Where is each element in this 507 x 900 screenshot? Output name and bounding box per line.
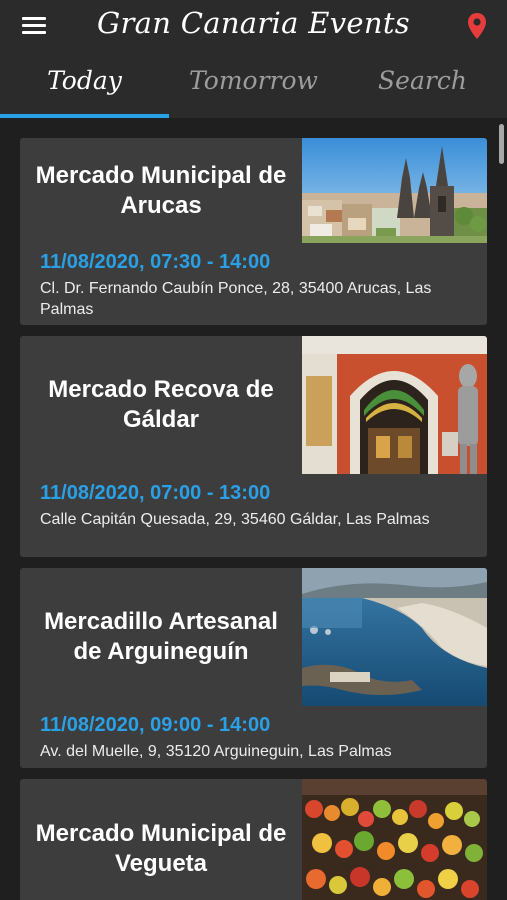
event-datetime: 11/08/2020, 09:00 - 14:00: [40, 714, 271, 736]
scrollbar[interactable]: [499, 124, 504, 164]
event-datetime: 11/08/2020, 07:30 - 14:00: [40, 251, 271, 273]
event-card[interactable]: Mercadillo Artesanal de Arguineguín 11/0…: [20, 568, 487, 768]
event-image: [302, 138, 487, 243]
event-title: Mercadillo Artesanal de Arguineguín: [44, 608, 278, 665]
event-datetime: 11/08/2020, 07:00 - 13:00: [40, 482, 271, 504]
event-address: Av. del Muelle, 9, 35120 Arguineguin, La…: [40, 743, 392, 760]
event-list[interactable]: Mercado Municipal de Arucas 11/08/2020, …: [0, 118, 507, 900]
event-card[interactable]: Mercado Municipal de Arucas 11/08/2020, …: [20, 138, 487, 325]
event-address: Calle Capitán Quesada, 29, 35460 Gáldar,…: [40, 511, 430, 528]
event-card[interactable]: Mercado Municipal de Vegueta: [20, 779, 487, 900]
tab-today[interactable]: Today: [0, 58, 169, 118]
event-image: [302, 568, 487, 706]
tab-search[interactable]: Search: [338, 58, 507, 118]
event-address: Cl. Dr. Fernando Caubín Ponce, 28, 35400…: [40, 280, 432, 318]
event-title: Mercado Recova de Gáldar: [48, 376, 274, 433]
tab-tomorrow[interactable]: Tomorrow: [169, 58, 338, 118]
event-card[interactable]: Mercado Recova de Gáldar 11/08/2020, 07:…: [20, 336, 487, 557]
event-title: Mercado Municipal de Vegueta: [35, 820, 287, 877]
app-title: Gran Canaria Events: [97, 6, 410, 40]
event-image: [302, 336, 487, 474]
event-image: [302, 779, 487, 900]
tab-bar: Today Tomorrow Search: [0, 58, 507, 118]
map-pin-icon[interactable]: [466, 12, 488, 40]
event-title: Mercado Municipal de Arucas: [35, 161, 287, 219]
app-bar: Gran Canaria Events Today Tomorrow Searc…: [0, 0, 507, 118]
